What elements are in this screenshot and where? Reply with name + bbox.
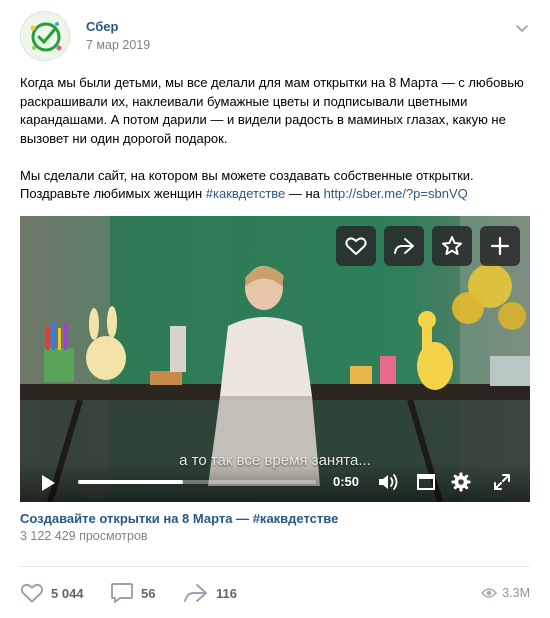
share-count: 116 [216, 585, 237, 601]
share-arrow-icon [394, 238, 414, 254]
author-name[interactable]: Сбер [86, 19, 118, 34]
video-title-link[interactable]: Создавайте открытки на 8 Марта — #каквде… [20, 511, 338, 526]
video-like-button[interactable] [336, 226, 376, 266]
comment-count: 56 [141, 585, 156, 601]
post-text-paragraph-1: Когда мы были детьми, мы все делали для … [20, 75, 524, 146]
gear-icon [451, 472, 471, 492]
share-button[interactable]: 116 [183, 578, 237, 608]
window-icon [417, 474, 435, 490]
star-icon [442, 236, 462, 255]
video-share-button[interactable] [384, 226, 424, 266]
post-text-middle: — на [288, 186, 320, 201]
post-text-prefix: Поздравьте любимых женщин [20, 186, 203, 201]
play-icon [42, 475, 55, 491]
comment-icon [111, 583, 133, 603]
video-progress-fill [78, 480, 183, 484]
video-bookmark-button[interactable] [432, 226, 472, 266]
theater-mode-button[interactable] [417, 474, 435, 493]
post-date[interactable]: 7 мар 2019 [86, 38, 150, 52]
sber-logo-icon [21, 12, 69, 60]
heart-icon [20, 583, 44, 603]
video-progress-bar[interactable] [78, 480, 316, 484]
play-button[interactable] [40, 474, 56, 495]
video-add-button[interactable] [480, 226, 520, 266]
expand-icon [494, 474, 510, 490]
plus-icon [490, 236, 510, 256]
post-menu-chevron-icon[interactable] [514, 20, 530, 36]
volume-icon [379, 474, 398, 490]
video-time: 0:50 [333, 474, 360, 489]
post-text: Когда мы были детьми, мы все делали для … [20, 74, 532, 204]
post-views: 3.3M [481, 586, 530, 600]
settings-button[interactable] [451, 472, 471, 495]
eye-icon [481, 588, 498, 598]
divider [20, 566, 530, 567]
post-text-line: Мы сделали сайт, на котором вы можете со… [20, 167, 474, 183]
fullscreen-button[interactable] [493, 473, 511, 494]
post-view-count: 3.3M [502, 586, 530, 600]
comment-button[interactable]: 56 [110, 578, 155, 608]
hashtag-link[interactable]: #каквдетстве [206, 186, 286, 201]
post-text-paragraph-2: Мы сделали сайт, на котором вы можете со… [20, 167, 532, 204]
post-card: Сбер 7 мар 2019 Когда мы были детьми, мы… [0, 0, 550, 618]
volume-button[interactable] [377, 473, 399, 494]
author-avatar[interactable] [20, 11, 70, 61]
video-view-count: 3 122 429 просмотров [20, 529, 148, 543]
share-arrow-icon [184, 584, 207, 602]
heart-icon [345, 237, 367, 255]
like-button[interactable]: 5 044 [20, 578, 84, 608]
video-player[interactable]: а то так всё время занята... 0:50 [20, 216, 530, 502]
url-link[interactable]: http://sber.me/?p=sbnVQ [324, 186, 468, 201]
like-count: 5 044 [51, 585, 84, 601]
video-controls: 0:50 [20, 462, 530, 502]
